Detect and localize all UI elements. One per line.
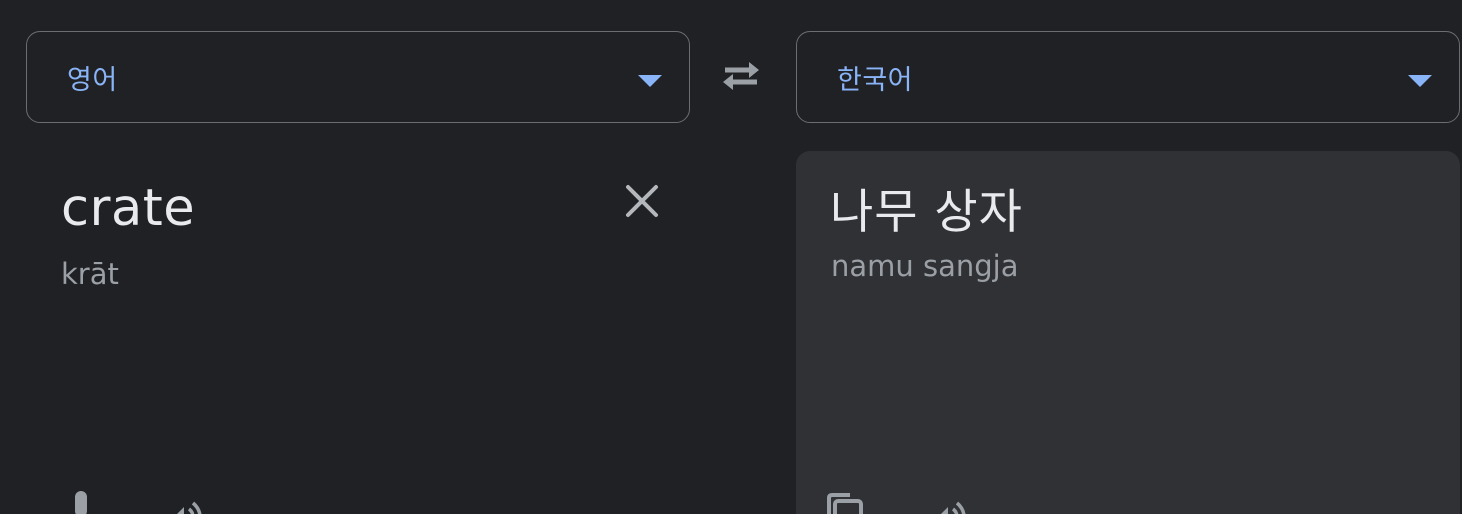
target-language-select[interactable]: 한국어 [796, 31, 1460, 123]
translate-app: 영어 한국어 crate krāt 나무 상자 namu sangja [0, 0, 1462, 514]
copy-icon [827, 493, 863, 514]
swap-languages-button[interactable] [716, 56, 766, 96]
source-text-area[interactable]: crate krāt [26, 151, 690, 514]
microphone-button[interactable] [64, 487, 98, 514]
speaker-icon [177, 501, 202, 514]
target-language-label: 한국어 [837, 64, 914, 96]
listen-source-button[interactable] [160, 493, 204, 514]
source-language-select[interactable]: 영어 [26, 31, 690, 123]
swap-arrows-icon [723, 62, 759, 90]
target-transliteration: namu sangja [831, 249, 1019, 283]
source-language-label: 영어 [67, 64, 118, 96]
caret-down-icon [1408, 75, 1432, 87]
microphone-icon [75, 491, 87, 514]
source-transliteration: krāt [61, 257, 119, 291]
clear-text-button[interactable] [622, 181, 662, 221]
caret-down-icon [638, 75, 662, 87]
copy-translation-button[interactable] [824, 491, 866, 514]
close-icon [626, 185, 658, 217]
translated-text: 나무 상자 [830, 185, 1023, 240]
speaker-icon [941, 501, 966, 514]
source-text[interactable]: crate [61, 179, 195, 238]
translation-panel: 나무 상자 namu sangja [796, 151, 1460, 514]
listen-translation-button[interactable] [924, 493, 968, 514]
